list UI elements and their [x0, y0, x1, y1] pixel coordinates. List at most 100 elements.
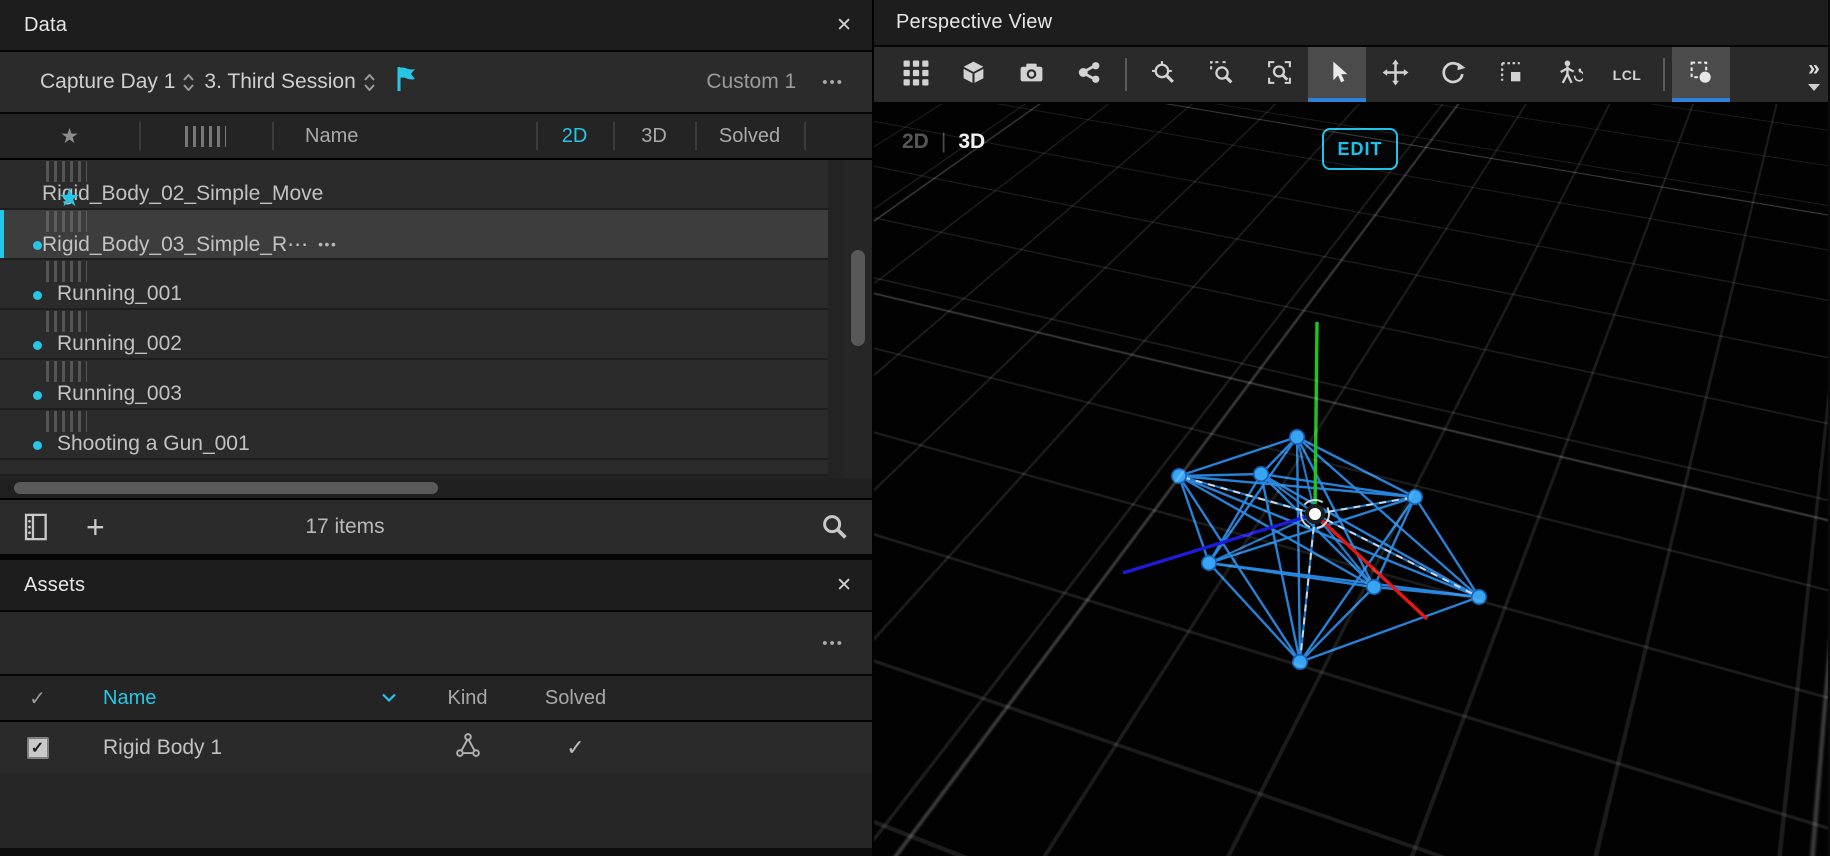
tool-set-pivot-button[interactable]	[1482, 47, 1540, 102]
asset-name-label: Rigid Body 1	[103, 736, 222, 760]
tool-grid-view-button[interactable]	[886, 47, 944, 102]
marker[interactable]	[1408, 490, 1422, 504]
assets-panel-title: Assets	[24, 574, 85, 597]
marker[interactable]	[1254, 467, 1268, 481]
drag-handle-icon[interactable]	[0, 161, 133, 182]
lcl-label: LCL	[1613, 67, 1642, 83]
column-divider	[139, 122, 141, 150]
star-column-header[interactable]: ★	[0, 124, 139, 149]
assets-solved-column-header[interactable]: Solved	[516, 687, 635, 710]
marker[interactable]	[1202, 556, 1216, 570]
profile-label[interactable]: Custom 1	[706, 70, 796, 94]
tool-camera-button[interactable]	[1002, 47, 1060, 102]
chevron-double-right-icon: »	[1808, 58, 1820, 79]
name-column-header[interactable]: Name	[272, 125, 536, 148]
star-toggle-icon[interactable]: ★	[0, 186, 139, 211]
capture-day-selector[interactable]: Capture Day 1	[40, 70, 204, 94]
item-count: 17 items	[0, 515, 690, 539]
take-name: Shooting a Gun_001	[0, 432, 264, 456]
rigid-body-scene[interactable]	[874, 104, 1828, 856]
take-menu-icon[interactable]: •••	[318, 236, 337, 252]
pivot-marker[interactable]	[1307, 506, 1323, 522]
3d-column-header[interactable]: 3D	[613, 125, 695, 148]
assets-name-label: Name	[103, 687, 156, 710]
vertical-scrollbar[interactable]	[851, 250, 865, 346]
toolbar-overflow-button[interactable]: »	[1808, 47, 1820, 102]
select-cursor-icon	[1324, 59, 1351, 91]
solved-column-header[interactable]: Solved	[695, 125, 804, 148]
assets-name-column-header[interactable]: Name	[75, 687, 419, 710]
tool-select-markers-button[interactable]	[1672, 47, 1730, 102]
flag-icon[interactable]	[395, 65, 419, 99]
check-icon: ✓	[565, 472, 583, 476]
capture-day-label: Capture Day 1	[40, 70, 175, 94]
marker[interactable]	[1172, 469, 1186, 483]
column-divider	[536, 122, 538, 150]
marker[interactable]	[1472, 590, 1486, 604]
star-toggle-icon[interactable]: ★	[0, 236, 139, 261]
session-selector-row: Capture Day 1 3. Third Session	[0, 52, 872, 114]
check-column-header[interactable]: ✓	[0, 686, 75, 711]
marker[interactable]	[1293, 655, 1307, 669]
spinner-up-down-icon[interactable]	[183, 74, 194, 91]
asset-checkbox-cell: ✓	[0, 737, 75, 759]
grid-view-icon	[902, 59, 929, 91]
tool-rotate-button[interactable]	[1424, 47, 1482, 102]
star-toggle-icon[interactable]: ★	[0, 336, 139, 361]
chevron-down-icon[interactable]	[381, 687, 397, 710]
tool-skeleton-button[interactable]	[1540, 47, 1598, 102]
assets-table-header: ✓ Name Kind Solved	[0, 676, 872, 722]
tool-select-cursor-button[interactable]	[1308, 47, 1366, 102]
2d-column-header[interactable]: 2D	[536, 125, 613, 148]
take-c2d-status: ✓	[536, 472, 613, 476]
assets-menu-icon[interactable]: •••	[822, 635, 844, 652]
toolbar-divider	[1125, 58, 1127, 91]
spinner-up-down-icon[interactable]	[364, 74, 375, 91]
drag-handle-icon[interactable]	[0, 261, 133, 282]
bars-icon	[46, 411, 87, 432]
horizontal-scrollbar-track[interactable]	[0, 478, 872, 498]
translate-icon	[1382, 59, 1409, 91]
tool-zoom-fit-button[interactable]	[1134, 47, 1192, 102]
perspective-viewport[interactable]: 2D | 3D EDIT	[874, 104, 1828, 856]
kind-column-header[interactable]: Kind	[419, 687, 516, 710]
drag-handle-icon[interactable]	[139, 475, 272, 477]
search-icon[interactable]	[820, 512, 850, 542]
viewport-toolbar: LCL »	[874, 47, 1828, 104]
skeleton-icon	[1556, 59, 1583, 91]
session-selector[interactable]: 3. Third Session	[204, 70, 384, 94]
drag-handle-icon[interactable]	[0, 411, 133, 432]
take-row[interactable]: ★Shooting a Gun_001✓✓✓	[0, 410, 828, 460]
star-toggle-icon[interactable]: ★	[0, 386, 139, 411]
bars-column-header[interactable]	[139, 126, 272, 147]
horizontal-scrollbar[interactable]	[14, 482, 438, 494]
tool-marker-set-button[interactable]	[1060, 47, 1118, 102]
drag-handle-icon[interactable]	[0, 211, 133, 232]
drag-handle-icon[interactable]	[0, 311, 133, 332]
assets-panel-header: Assets ✕	[0, 560, 872, 612]
bars-icon	[46, 361, 87, 382]
assets-panel: Assets ✕ ••• ✓ Name Kind Solved	[0, 560, 872, 856]
bars-icon	[46, 261, 87, 282]
left-column: Data ✕ Capture Day 1 3. Third Session	[0, 0, 874, 856]
close-icon[interactable]: ✕	[836, 16, 852, 35]
data-panel-footer: + 17 items	[0, 498, 872, 560]
tool-translate-button[interactable]	[1366, 47, 1424, 102]
tool-zoom-region-button[interactable]	[1192, 47, 1250, 102]
tool-zoom-selection-button[interactable]	[1250, 47, 1308, 102]
tool-scene-cube-button[interactable]	[944, 47, 1002, 102]
check-icon: ✓	[645, 472, 663, 476]
drag-handle-icon[interactable]	[0, 361, 133, 382]
asset-row[interactable]: ✓Rigid Body 1✓	[0, 722, 872, 774]
star-toggle-icon[interactable]: ★	[0, 473, 139, 477]
take-row[interactable]: ★Shooting a Gun_002✓✓✓	[0, 460, 828, 476]
marker[interactable]	[1290, 430, 1304, 444]
take-solved-status: ✓	[695, 472, 804, 476]
star-toggle-icon[interactable]: ★	[0, 286, 139, 311]
data-panel-menu-icon[interactable]: •••	[822, 74, 844, 91]
checkbox[interactable]: ✓	[27, 737, 49, 759]
tool-lcl-button[interactable]: LCL	[1598, 47, 1656, 102]
takes-table-header: ★ Name 2D 3D Solved	[0, 114, 872, 160]
close-icon[interactable]: ✕	[836, 576, 852, 595]
marker[interactable]	[1367, 580, 1381, 594]
